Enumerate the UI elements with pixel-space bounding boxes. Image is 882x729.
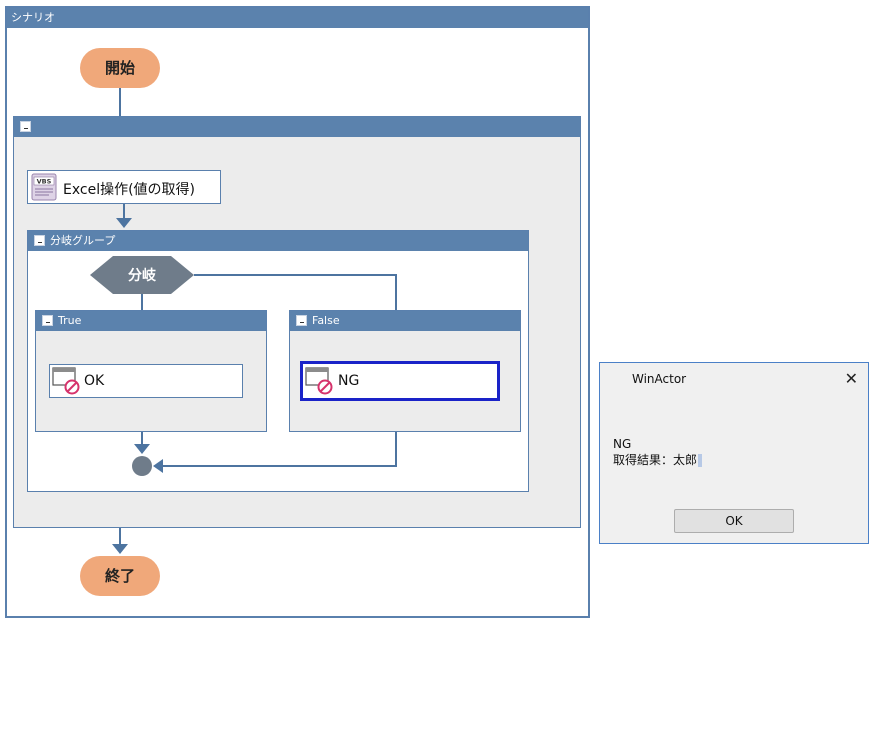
true-panel-title: True (58, 314, 82, 327)
branch-group-titlebar: 分岐グループ (28, 231, 528, 251)
decision-node[interactable]: 分岐 (90, 256, 194, 294)
ok-node-label: OK (84, 373, 105, 389)
ok-button[interactable]: OK (674, 509, 794, 533)
connector-line (119, 88, 121, 116)
dialog-title: WinActor (600, 363, 868, 395)
dialog-message-line1: NG (613, 437, 632, 451)
arrow-down-icon (116, 218, 132, 228)
connector-line (162, 465, 397, 467)
connector-line (141, 294, 143, 311)
excel-node-label: Excel操作(値の取得) (63, 182, 196, 198)
collapse-icon[interactable] (296, 314, 307, 326)
vbs-script-icon: VBS (31, 173, 58, 201)
arrow-down-icon (134, 444, 150, 454)
ng-node[interactable]: NG (300, 361, 500, 401)
dialog-message-line2: 取得結果：太郎 (613, 452, 855, 468)
false-panel-titlebar: False (290, 311, 520, 331)
branch-group-title: 分岐グループ (50, 234, 116, 247)
dialog-message-text: 取得結果：太郎 (613, 453, 698, 467)
connector-line (395, 274, 397, 311)
scenario-title: シナリオ (7, 8, 588, 28)
connector-line (194, 274, 397, 276)
collapse-icon[interactable] (42, 314, 53, 326)
arrow-left-icon (153, 459, 163, 473)
close-icon[interactable]: ✕ (845, 369, 858, 388)
true-panel-titlebar: True (36, 311, 266, 331)
ng-node-label: NG (338, 373, 360, 389)
false-panel-title: False (312, 314, 340, 327)
end-node[interactable]: 終了 (80, 556, 160, 596)
svg-text:VBS: VBS (37, 178, 52, 186)
message-box-icon (52, 367, 82, 395)
collapse-icon[interactable] (34, 234, 45, 246)
arrow-down-icon (112, 544, 128, 554)
ok-node[interactable]: OK (49, 364, 243, 398)
text-cursor (698, 454, 703, 467)
excel-operation-node[interactable]: VBS Excel操作(値の取得) (27, 170, 221, 204)
merge-point (132, 456, 152, 476)
collapse-icon[interactable] (20, 120, 31, 132)
start-node[interactable]: 開始 (80, 48, 160, 88)
connector-line (395, 432, 397, 467)
decision-label: 分岐 (128, 268, 156, 284)
message-box-icon (305, 367, 335, 395)
connector-line (141, 432, 143, 444)
connector-line (119, 528, 121, 544)
outer-group-titlebar (14, 117, 580, 137)
connector-line (123, 204, 125, 218)
dialog-body: NG 取得結果：太郎 (600, 395, 868, 499)
